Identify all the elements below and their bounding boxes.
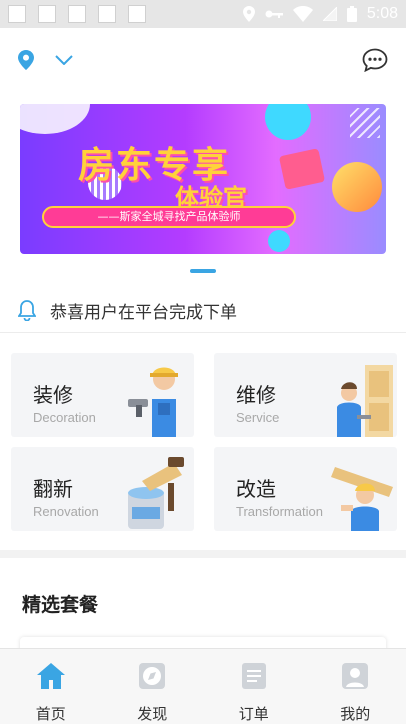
service-subtitle: Renovation (33, 504, 99, 519)
worker-drill-icon (128, 367, 180, 437)
nav-item-discover[interactable]: 发现 (102, 649, 204, 724)
service-card-service[interactable]: 维修 Service (214, 353, 397, 437)
service-title: 改造 (236, 477, 276, 501)
location-pin-icon[interactable] (16, 49, 36, 71)
service-title: 装修 (33, 383, 73, 407)
notice-bar[interactable]: 恭喜用户在平台完成下单 (16, 292, 396, 328)
clock: 5:08 (366, 5, 398, 22)
home-icon (36, 661, 66, 691)
decor-shape (350, 108, 380, 138)
signal-icon (322, 7, 337, 21)
notification-icon (68, 5, 86, 23)
battery-icon (346, 6, 357, 22)
nav-label: 发现 (137, 705, 168, 723)
notification-icon (38, 5, 56, 23)
banner-pager-indicator (190, 269, 216, 273)
service-title: 维修 (236, 383, 276, 407)
nav-label: 首页 (35, 705, 66, 723)
service-card-transformation[interactable]: 改造 Transformation (214, 447, 397, 531)
service-title: 翻新 (33, 477, 73, 501)
compass-icon (137, 661, 167, 691)
status-bar: 5:08 (0, 0, 406, 28)
service-subtitle: Service (236, 410, 280, 425)
top-bar (0, 38, 406, 82)
list-icon (239, 661, 269, 691)
promo-banner[interactable]: 房东专享 体验官 ——斯家全城寻找产品体验师 (20, 104, 386, 254)
nav-item-profile[interactable]: 我的 (305, 649, 406, 724)
chevron-down-icon[interactable] (52, 48, 76, 72)
decor-shape (20, 104, 90, 134)
section-separator (0, 550, 406, 558)
notification-icons (8, 5, 146, 23)
service-subtitle: Decoration (33, 410, 96, 425)
nav-item-orders[interactable]: 订单 (203, 649, 305, 724)
message-icon[interactable] (360, 45, 390, 75)
service-subtitle: Transformation (236, 504, 323, 519)
decor-shape (265, 104, 311, 140)
worker-plank-icon (331, 467, 393, 531)
location-status-icon (242, 6, 255, 22)
bottom-navigation: 首页 发现 订单 我的 (0, 648, 406, 724)
notice-text: 恭喜用户在平台完成下单 (50, 302, 237, 323)
service-card-renovation[interactable]: 翻新 Renovation (11, 447, 194, 531)
paint-bucket-icon (128, 457, 184, 529)
service-card-decoration[interactable]: 装修 Decoration (11, 353, 194, 437)
nav-label: 订单 (238, 705, 269, 723)
notification-icon (8, 5, 26, 23)
decor-shape (268, 230, 290, 252)
worker-door-icon (337, 365, 393, 437)
user-icon (340, 661, 370, 691)
section-title: 精选套餐 (22, 594, 99, 616)
bell-icon (16, 299, 38, 321)
nav-label: 我的 (340, 705, 371, 723)
notification-icon (128, 5, 146, 23)
key-icon (265, 10, 283, 18)
decor-shape (332, 162, 382, 212)
divider (0, 332, 406, 333)
nav-item-home[interactable]: 首页 (0, 649, 102, 724)
wifi-icon (292, 6, 313, 22)
notification-icon (98, 5, 116, 23)
banner-tagline: ——斯家全城寻找产品体验师 (42, 206, 296, 228)
gift-box-icon (278, 148, 326, 190)
